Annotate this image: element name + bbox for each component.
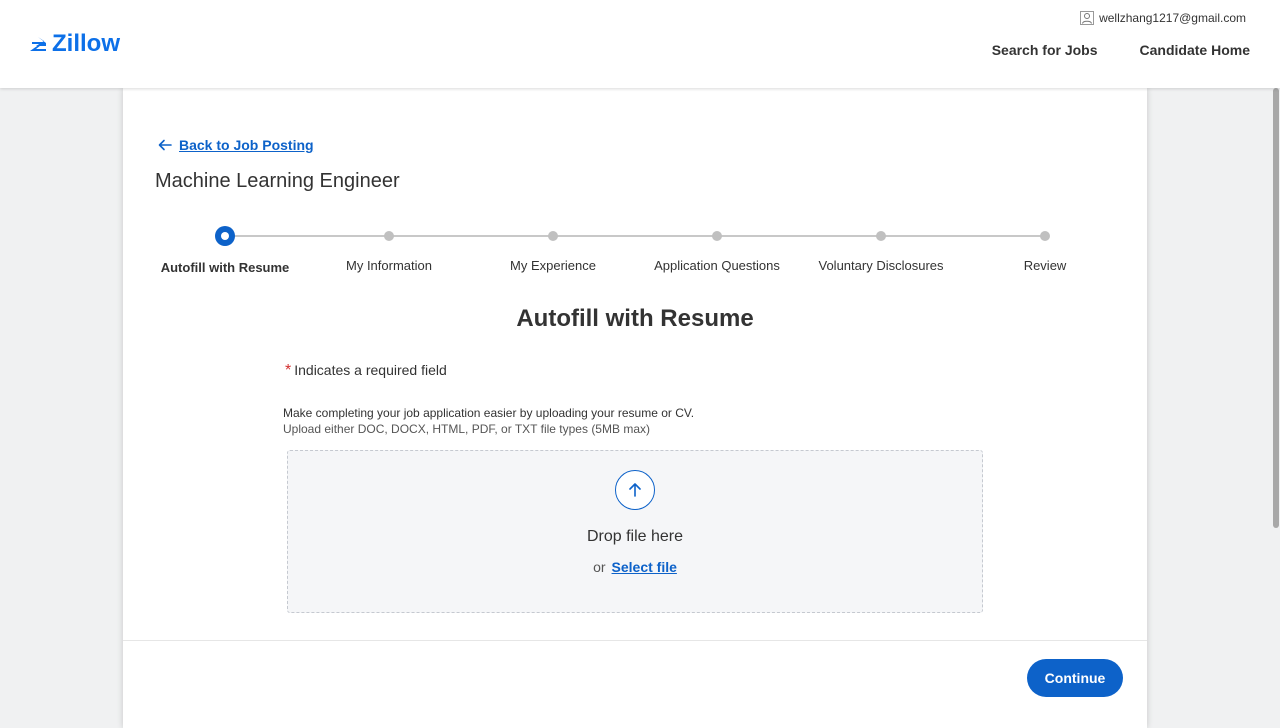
footer-divider [123, 640, 1147, 641]
back-to-job-posting-link[interactable]: Back to Job Posting [179, 137, 314, 153]
file-type-hint: Upload either DOC, DOCX, HTML, PDF, or T… [283, 422, 650, 436]
job-title: Machine Learning Engineer [155, 170, 400, 192]
back-link-row: Back to Job Posting [157, 137, 314, 153]
drop-file-here-text[interactable]: Drop file here [288, 528, 982, 546]
arrow-left-icon[interactable] [157, 137, 173, 153]
zillow-logo[interactable]: Zillow [28, 30, 120, 58]
user-email[interactable]: wellzhang1217@gmail.com [1099, 11, 1246, 25]
select-file-link[interactable]: Select file [612, 559, 677, 575]
file-dropzone[interactable]: Drop file here or Select file [287, 450, 983, 613]
arrow-up-icon [629, 483, 641, 497]
step-label: My Information [346, 258, 432, 273]
step-my-information: My Information [307, 226, 471, 273]
step-autofill-with-resume: Autofill with Resume [143, 226, 307, 275]
step-dot [1040, 231, 1050, 241]
user-icon[interactable] [1080, 11, 1095, 25]
step-dot [712, 231, 722, 241]
step-label: Review [1023, 258, 1067, 273]
page-scrollbar[interactable] [1272, 88, 1280, 528]
section-title: Autofill with Resume [516, 305, 754, 332]
step-dot [384, 231, 394, 241]
upload-intro-text: Make completing your job application eas… [283, 406, 695, 420]
step-label: Autofill with Resume [160, 260, 290, 275]
logo-text: Zillow [52, 30, 120, 57]
select-file-row: or Select file [288, 559, 982, 575]
step-voluntary-disclosures: Voluntary Disclosures [799, 226, 963, 273]
application-card: Back to Job Posting Machine Learning Eng… [123, 88, 1147, 728]
zillow-logo-icon [30, 37, 46, 51]
step-dot [876, 231, 886, 241]
search-for-jobs-link[interactable]: Search for Jobs [992, 42, 1098, 58]
step-label: Application Questions [654, 258, 780, 273]
candidate-home-link[interactable]: Candidate Home [1140, 42, 1250, 58]
required-note-text: Indicates a required field [294, 362, 447, 378]
required-field-note: * Indicates a required field [285, 362, 447, 380]
step-label: Voluntary Disclosures [818, 258, 944, 273]
user-account: wellzhang1217@gmail.com [1080, 11, 1246, 25]
step-label: My Experience [510, 258, 596, 273]
step-my-experience: My Experience [471, 226, 635, 273]
required-asterisk: * [285, 362, 292, 379]
upload-button[interactable] [615, 470, 655, 510]
scrollbar-thumb[interactable] [1273, 88, 1279, 528]
or-text: or [593, 559, 606, 575]
step-dot [548, 231, 558, 241]
top-nav: Search for Jobs Candidate Home [992, 42, 1250, 58]
continue-button[interactable]: Continue [1027, 659, 1123, 697]
step-review: Review [963, 226, 1127, 273]
progress-stepper: Autofill with Resume My Information My E… [155, 226, 1139, 276]
top-header: Zillow wellzhang1217@gmail.com Search fo… [0, 0, 1280, 88]
step-application-questions: Application Questions [635, 226, 799, 273]
step-active-dot [215, 226, 235, 246]
